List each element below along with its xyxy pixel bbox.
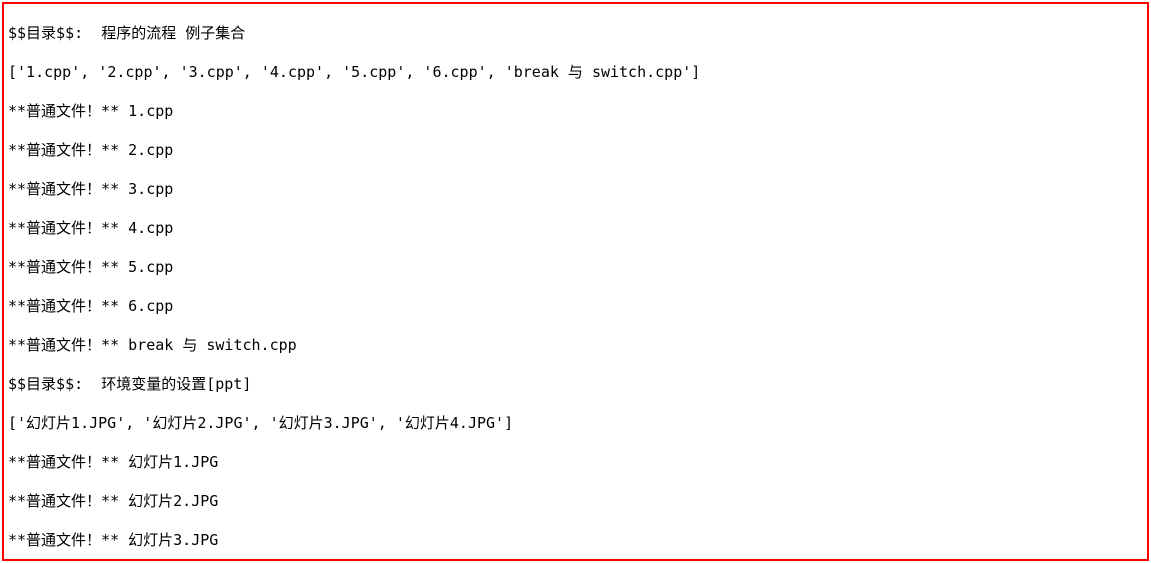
output-line: **普通文件！** 3.cpp bbox=[8, 180, 1143, 200]
output-line: **普通文件！** 幻灯片1.JPG bbox=[8, 453, 1143, 473]
output-line: ['幻灯片1.JPG', '幻灯片2.JPG', '幻灯片3.JPG', '幻灯… bbox=[8, 414, 1143, 434]
output-line: **普通文件！** 4.cpp bbox=[8, 219, 1143, 239]
output-line: **普通文件！** 5.cpp bbox=[8, 258, 1143, 278]
output-line: ['1.cpp', '2.cpp', '3.cpp', '4.cpp', '5.… bbox=[8, 63, 1143, 83]
console-output: $$目录$$: 程序的流程 例子集合 ['1.cpp', '2.cpp', '3… bbox=[2, 2, 1149, 561]
output-line: **普通文件！** 6.cpp bbox=[8, 297, 1143, 317]
output-line: **普通文件！** break 与 switch.cpp bbox=[8, 336, 1143, 356]
output-line: **普通文件！** 幻灯片3.JPG bbox=[8, 531, 1143, 551]
output-line: $$目录$$: 程序的流程 例子集合 bbox=[8, 24, 1143, 44]
output-line: **普通文件！** 1.cpp bbox=[8, 102, 1143, 122]
output-line: **普通文件！** 2.cpp bbox=[8, 141, 1143, 161]
output-line: $$目录$$: 环境变量的设置[ppt] bbox=[8, 375, 1143, 395]
output-line: **普通文件！** 幻灯片2.JPG bbox=[8, 492, 1143, 512]
